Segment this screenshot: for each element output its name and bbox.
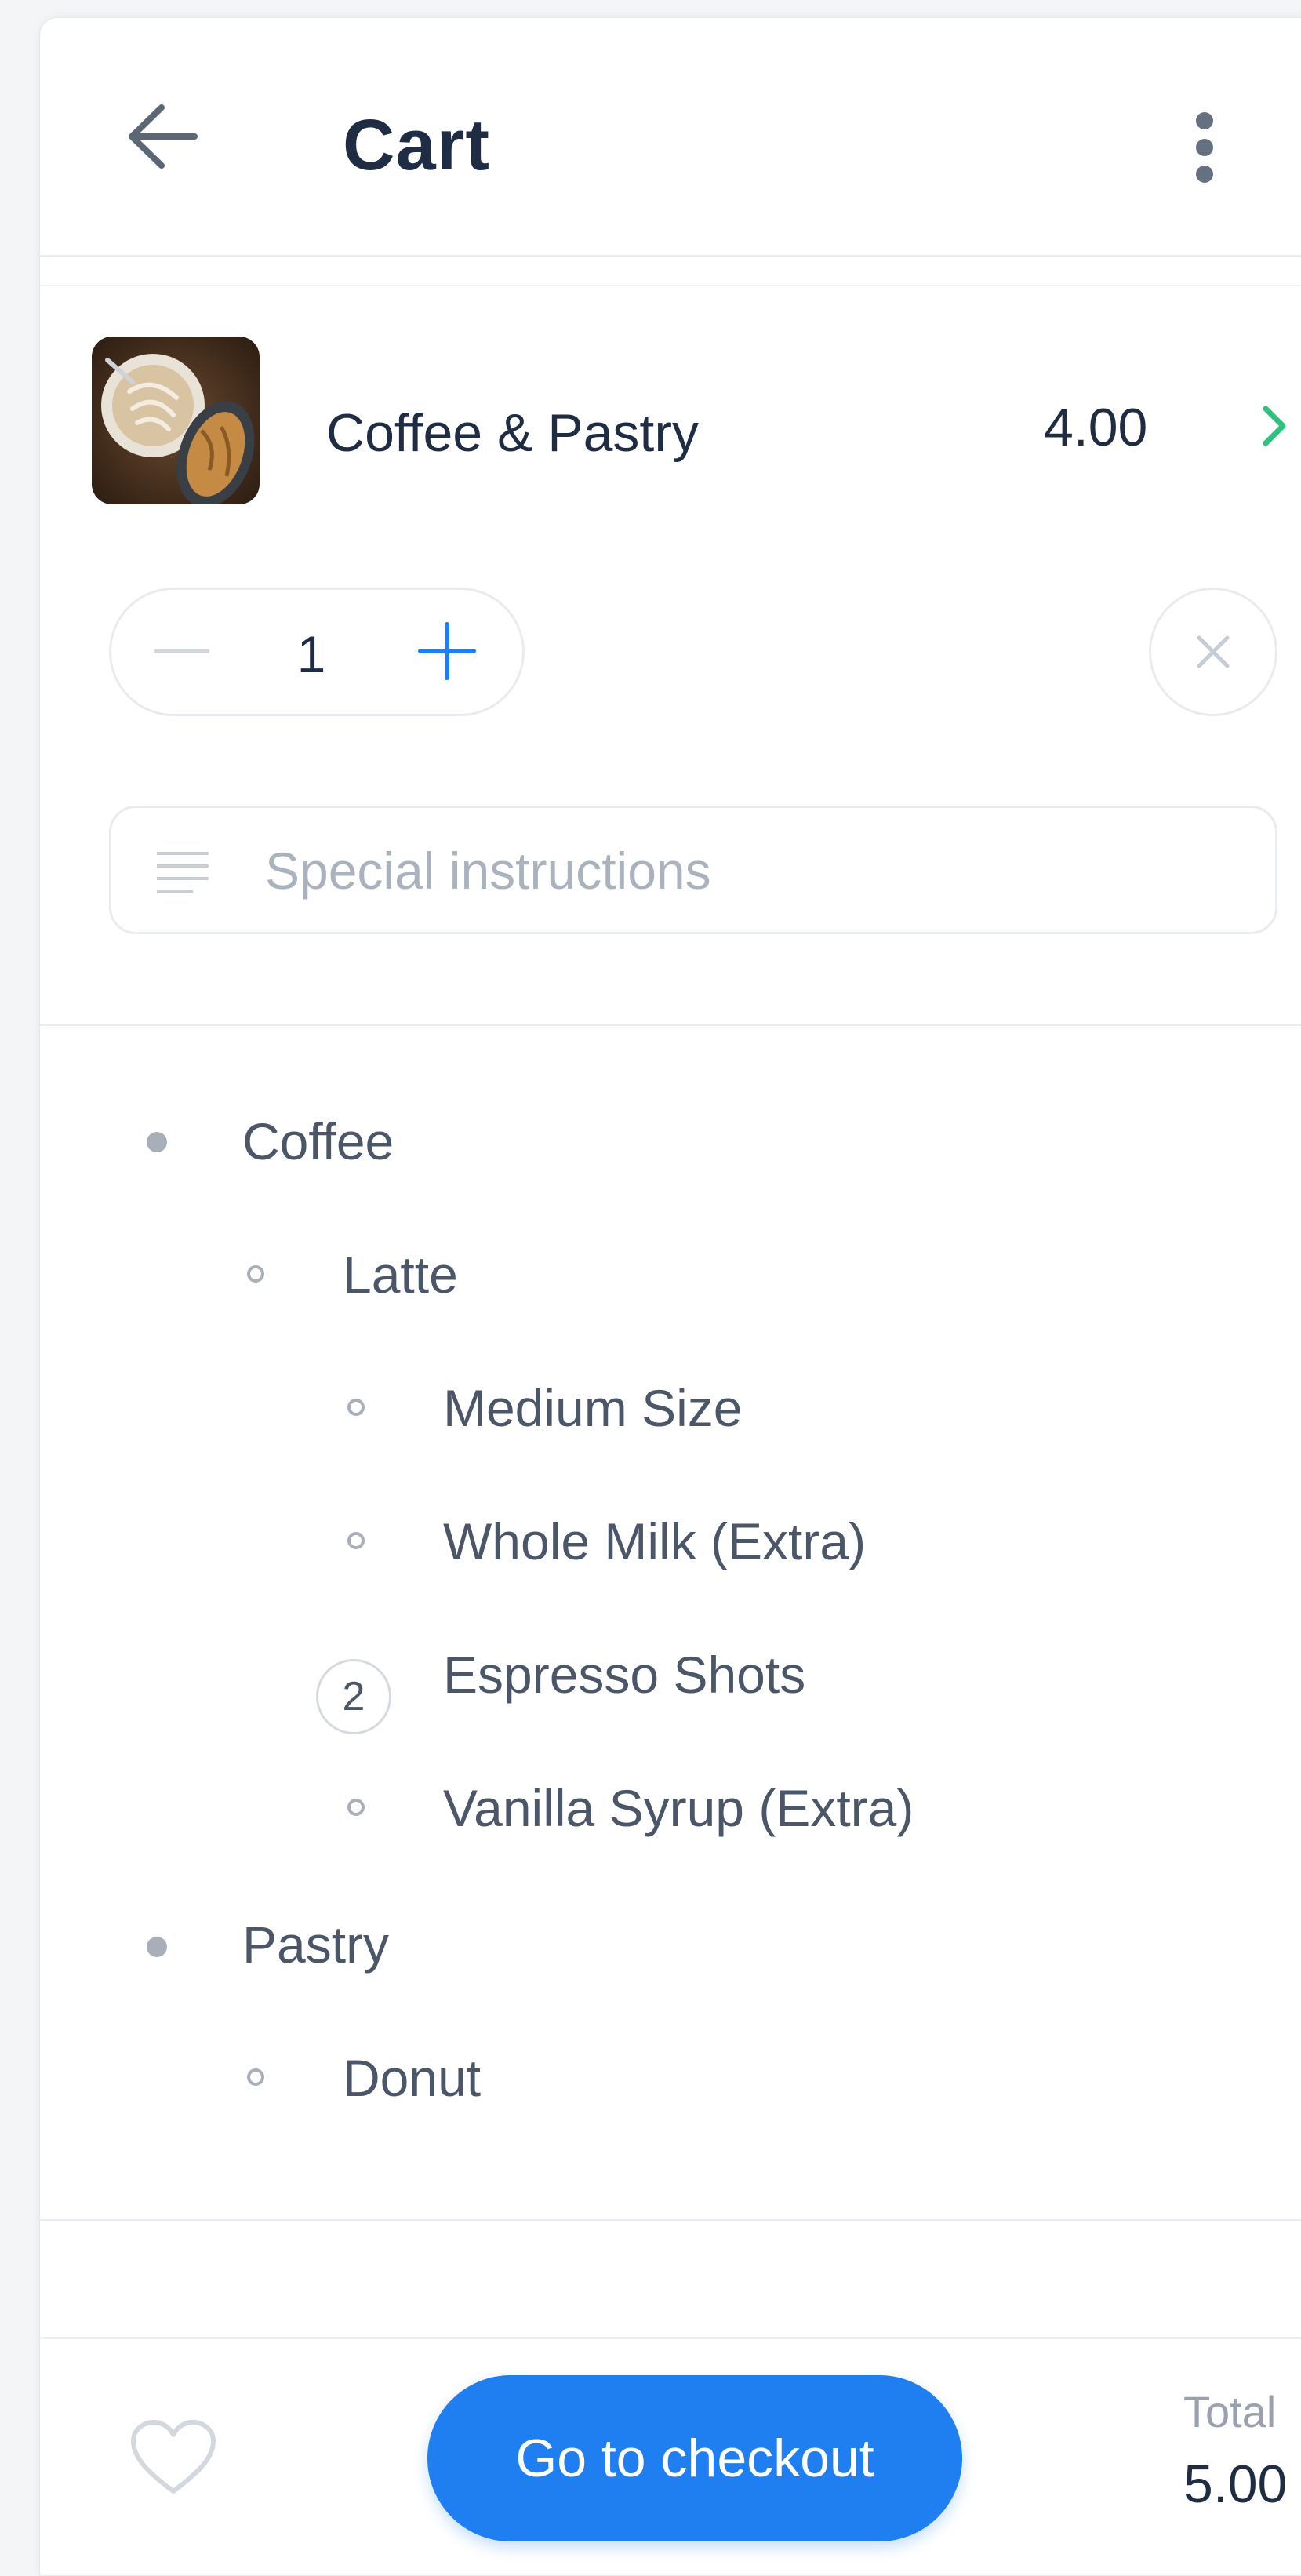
sub-bullet-icon <box>347 1399 365 1416</box>
item-price: 4.00 <box>1044 398 1148 457</box>
quantity-value: 1 <box>296 625 326 683</box>
favorite-button[interactable] <box>128 2413 219 2504</box>
cart-header: Cart <box>40 18 1301 257</box>
option-group-pastry: Pastry <box>242 1916 390 1974</box>
option-whole-milk: Whole Milk (Extra) <box>443 1512 867 1570</box>
item-name: Coffee & Pastry <box>326 403 699 463</box>
coffee-pastry-image-icon <box>92 337 260 504</box>
increase-quantity-button[interactable] <box>416 620 478 682</box>
checkout-bar: Go to checkout Total 5.00 <box>40 2337 1301 2575</box>
arrow-left-icon <box>129 104 198 169</box>
bullet-icon <box>147 1937 167 1957</box>
sub-bullet-icon <box>247 1265 264 1283</box>
more-options-button[interactable] <box>1177 104 1232 191</box>
divider <box>40 285 1301 286</box>
option-vanilla-syrup: Vanilla Syrup (Extra) <box>443 1779 914 1837</box>
minus-icon <box>154 649 209 653</box>
option-medium-size: Medium Size <box>443 1379 743 1437</box>
total-value: 5.00 <box>1183 2454 1288 2514</box>
option-latte: Latte <box>343 1246 458 1304</box>
quantity-stepper: 1 <box>109 588 525 716</box>
total-label: Total <box>1183 2387 1277 2436</box>
option-espresso-shots: Espresso Shots <box>443 1646 806 1704</box>
divider <box>40 1024 1301 1026</box>
back-button[interactable] <box>118 93 205 180</box>
item-details-button[interactable] <box>1252 395 1299 457</box>
sub-bullet-icon <box>247 2068 264 2086</box>
decrease-quantity-button[interactable] <box>151 620 213 682</box>
more-dot-icon <box>1196 112 1213 129</box>
item-thumbnail[interactable] <box>92 337 260 504</box>
more-dot-icon <box>1196 139 1213 156</box>
close-icon <box>1197 635 1230 668</box>
sub-bullet-icon <box>347 1799 365 1816</box>
plus-icon <box>418 622 476 680</box>
remove-item-button[interactable] <box>1149 588 1277 716</box>
divider <box>40 2219 1301 2221</box>
bullet-icon <box>147 1132 167 1152</box>
espresso-count-badge: 2 <box>316 1659 391 1734</box>
chevron-right-icon <box>1263 406 1286 446</box>
sub-bullet-icon <box>347 1532 365 1549</box>
page-title: Cart <box>343 105 491 185</box>
option-donut: Donut <box>343 2049 482 2107</box>
special-instructions-input[interactable] <box>265 831 1237 910</box>
checkout-button[interactable]: Go to checkout <box>427 2375 962 2541</box>
special-instructions-field <box>109 806 1277 934</box>
cart-card: Cart Coffee & Pastry 4.00 1 Special inst… <box>39 17 1301 2576</box>
option-group-coffee: Coffee <box>242 1112 394 1170</box>
more-dot-icon <box>1196 166 1213 183</box>
heart-icon <box>131 2420 216 2494</box>
notes-icon <box>157 852 209 893</box>
